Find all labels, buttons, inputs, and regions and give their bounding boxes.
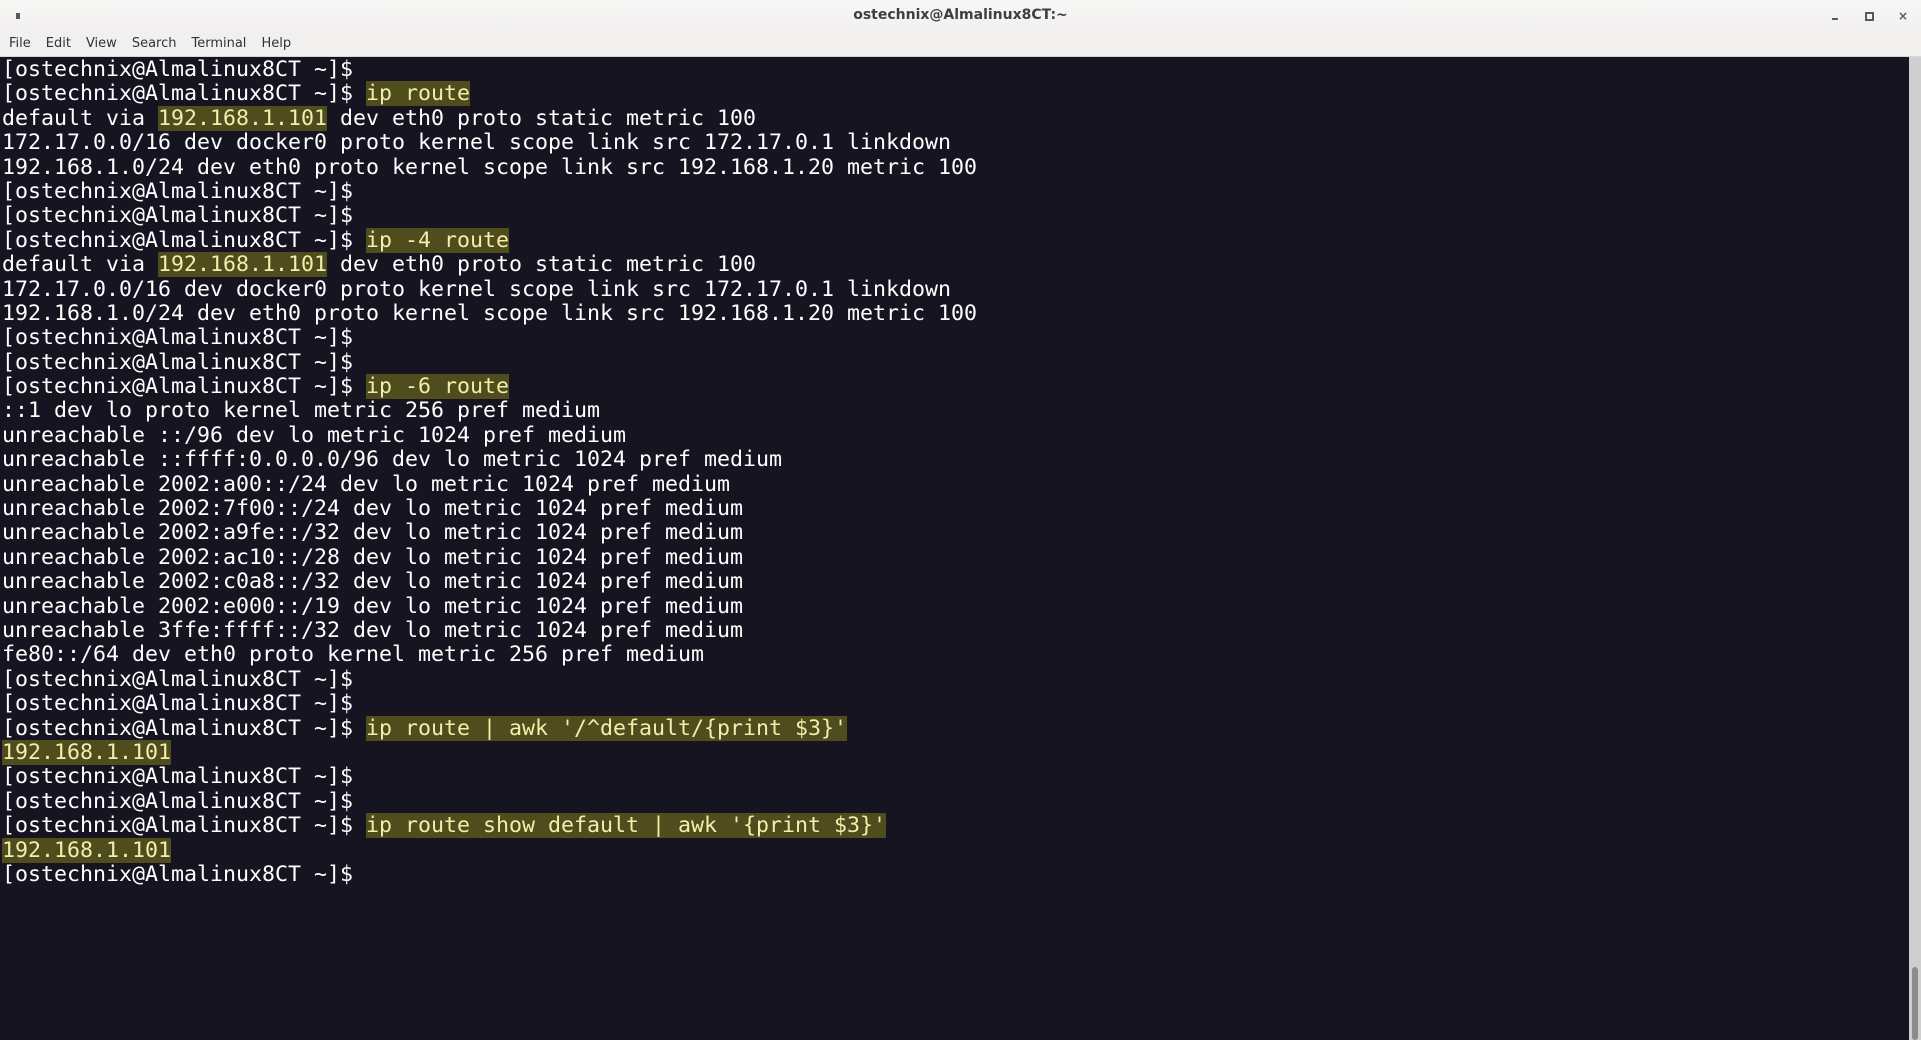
window-title: ostechnix@Almalinux8CT:~ xyxy=(853,7,1068,23)
output-line: unreachable 2002:a9fe::/32 dev lo metric… xyxy=(2,521,977,545)
shell-prompt: [ostechnix@Almalinux8CT ~]$ xyxy=(2,349,354,375)
title-bar: ostechnix@Almalinux8CT:~ × xyxy=(0,0,1921,31)
shell-prompt: [ostechnix@Almalinux8CT ~]$ xyxy=(2,715,354,741)
prompt-line: [ostechnix@Almalinux8CT ~]$ xyxy=(2,788,977,814)
close-icon: × xyxy=(1897,9,1909,23)
highlighted-command: ip route | awk '/^default/{print $3}' xyxy=(366,715,848,741)
scrollbar[interactable] xyxy=(1909,57,1921,1040)
minimize-button[interactable] xyxy=(1827,8,1843,24)
output-line: unreachable 3ffe:ffff::/32 dev lo metric… xyxy=(2,617,977,643)
output-text: unreachable 2002:ac10::/28 dev lo metric… xyxy=(2,544,744,570)
shell-prompt: [ostechnix@Almalinux8CT ~]$ xyxy=(2,861,354,887)
menu-bar: File Edit View Search Terminal Help xyxy=(0,31,1921,57)
menu-search[interactable]: Search xyxy=(126,31,183,57)
output-line: unreachable 2002:e000::/19 dev lo metric… xyxy=(2,593,977,619)
prompt-line: [ostechnix@Almalinux8CT ~]$ xyxy=(2,349,977,375)
highlighted-text: 192.168.1.101 xyxy=(158,105,328,131)
output-line: unreachable 2002:7f00::/24 dev lo metric… xyxy=(2,496,977,522)
prompt-line: [ostechnix@Almalinux8CT ~]$ xyxy=(2,666,977,692)
output-text: unreachable 2002:e000::/19 dev lo metric… xyxy=(2,593,744,619)
output-line: unreachable 2002:c0a8::/32 dev lo metric… xyxy=(2,570,977,594)
command-line: [ostechnix@Almalinux8CT ~]$ ip route | a… xyxy=(2,715,977,741)
highlighted-text: 192.168.1.101 xyxy=(2,739,172,765)
prompt-line: [ostechnix@Almalinux8CT ~]$ xyxy=(2,326,977,350)
menu-view[interactable]: View xyxy=(80,31,123,57)
output-line: 172.17.0.0/16 dev docker0 proto kernel s… xyxy=(2,276,977,302)
shell-prompt: [ostechnix@Almalinux8CT ~]$ xyxy=(2,178,354,204)
output-line: default via 192.168.1.101 dev eth0 proto… xyxy=(2,105,977,131)
output-text: unreachable 2002:7f00::/24 dev lo metric… xyxy=(2,496,744,522)
minimize-icon xyxy=(1832,18,1838,20)
shell-prompt: [ostechnix@Almalinux8CT ~]$ xyxy=(2,203,354,229)
prompt-line: [ostechnix@Almalinux8CT ~]$ xyxy=(2,691,977,717)
highlighted-text: 192.168.1.101 xyxy=(158,252,328,278)
output-line: ::1 dev lo proto kernel metric 256 pref … xyxy=(2,399,977,423)
output-text: 192.168.1.0/24 dev eth0 proto kernel sco… xyxy=(2,154,978,180)
shell-prompt: [ostechnix@Almalinux8CT ~]$ xyxy=(2,81,354,107)
prompt-line: [ostechnix@Almalinux8CT ~]$ xyxy=(2,861,977,887)
highlighted-text: 192.168.1.101 xyxy=(2,837,172,863)
output-line: fe80::/64 dev eth0 proto kernel metric 2… xyxy=(2,643,977,667)
output-line: 192.168.1.0/24 dev eth0 proto kernel sco… xyxy=(2,154,978,180)
terminal-output[interactable]: [ostechnix@Almalinux8CT ~]$ [ostechnix@Al… xyxy=(0,57,1909,1040)
menu-file[interactable]: File xyxy=(3,31,37,57)
shell-prompt: [ostechnix@Almalinux8CT ~]$ xyxy=(2,227,354,253)
shell-prompt: [ostechnix@Almalinux8CT ~]$ xyxy=(2,325,354,351)
output-text: default via xyxy=(2,252,159,278)
output-line: 192.168.1.0/24 dev eth0 proto kernel sco… xyxy=(2,300,978,326)
output-text: unreachable 2002:a00::/24 dev lo metric … xyxy=(2,471,731,497)
maximize-button[interactable] xyxy=(1861,8,1877,24)
output-text: unreachable ::ffff:0.0.0.0/96 dev lo met… xyxy=(2,447,783,473)
prompt-line: [ostechnix@Almalinux8CT ~]$ xyxy=(2,204,977,228)
highlighted-command: ip route show default | awk '{print $3}' xyxy=(366,813,887,839)
output-text: dev eth0 proto static metric 100 xyxy=(327,105,757,131)
output-text: fe80::/64 dev eth0 proto kernel metric 2… xyxy=(2,642,705,668)
shell-prompt: [ostechnix@Almalinux8CT ~]$ xyxy=(2,813,354,839)
output-text: unreachable 3ffe:ffff::/32 dev lo metric… xyxy=(2,617,744,643)
prompt-line: [ostechnix@Almalinux8CT ~]$ xyxy=(2,57,977,82)
close-button[interactable]: × xyxy=(1895,8,1911,24)
shell-prompt: [ostechnix@Almalinux8CT ~]$ xyxy=(2,788,354,814)
output-text: unreachable 2002:a9fe::/32 dev lo metric… xyxy=(2,520,744,546)
output-line: unreachable ::ffff:0.0.0.0/96 dev lo met… xyxy=(2,448,977,472)
shell-prompt: [ostechnix@Almalinux8CT ~]$ xyxy=(2,374,354,400)
output-line: unreachable 2002:a00::/24 dev lo metric … xyxy=(2,471,977,497)
output-text: 172.17.0.0/16 dev docker0 proto kernel s… xyxy=(2,130,952,156)
shell-prompt: [ostechnix@Almalinux8CT ~]$ xyxy=(2,691,354,717)
output-text: unreachable ::/96 dev lo metric 1024 pre… xyxy=(2,422,627,448)
command-line: [ostechnix@Almalinux8CT ~]$ ip route sho… xyxy=(2,813,977,839)
output-text: default via xyxy=(2,105,159,131)
shell-prompt: [ostechnix@Almalinux8CT ~]$ xyxy=(2,57,354,82)
highlighted-command: ip route xyxy=(366,81,471,107)
output-text: ::1 dev lo proto kernel metric 256 pref … xyxy=(2,398,601,424)
output-line: unreachable ::/96 dev lo metric 1024 pre… xyxy=(2,422,977,448)
maximize-icon xyxy=(1864,11,1874,21)
output-line: unreachable 2002:ac10::/28 dev lo metric… xyxy=(2,544,977,570)
command-line: [ostechnix@Almalinux8CT ~]$ ip route xyxy=(2,81,977,107)
prompt-line: [ostechnix@Almalinux8CT ~]$ xyxy=(2,178,977,204)
highlighted-command: ip -6 route xyxy=(366,374,510,400)
scrollbar-thumb[interactable] xyxy=(1912,967,1918,1040)
command-line: [ostechnix@Almalinux8CT ~]$ ip -6 route xyxy=(2,374,977,400)
output-text: 172.17.0.0/16 dev docker0 proto kernel s… xyxy=(2,276,952,302)
output-line: 192.168.1.101 xyxy=(2,739,977,765)
shell-prompt: [ostechnix@Almalinux8CT ~]$ xyxy=(2,764,354,790)
output-line: default via 192.168.1.101 dev eth0 proto… xyxy=(2,252,977,278)
output-text: unreachable 2002:c0a8::/32 dev lo metric… xyxy=(2,569,744,595)
highlighted-command: ip -4 route xyxy=(366,227,510,253)
output-text: 192.168.1.0/24 dev eth0 proto kernel sco… xyxy=(2,300,978,326)
output-text: dev eth0 proto static metric 100 xyxy=(327,252,757,278)
command-line: [ostechnix@Almalinux8CT ~]$ ip -4 route xyxy=(2,227,977,253)
prompt-line: [ostechnix@Almalinux8CT ~]$ xyxy=(2,765,977,789)
output-line: 192.168.1.101 xyxy=(2,837,977,863)
terminal-lines: [ostechnix@Almalinux8CT ~]$ [ostechnix@Al… xyxy=(2,57,978,887)
output-line: 172.17.0.0/16 dev docker0 proto kernel s… xyxy=(2,130,977,156)
menu-terminal[interactable]: Terminal xyxy=(185,31,252,57)
menu-edit[interactable]: Edit xyxy=(40,31,77,57)
menu-help[interactable]: Help xyxy=(255,31,297,57)
shell-prompt: [ostechnix@Almalinux8CT ~]$ xyxy=(2,666,354,692)
